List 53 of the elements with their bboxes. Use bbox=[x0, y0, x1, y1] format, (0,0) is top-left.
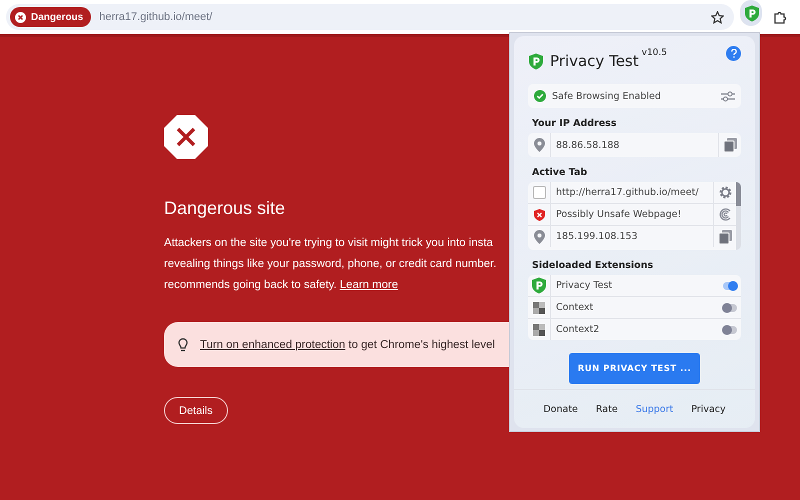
location-pin-icon bbox=[534, 138, 544, 152]
warning-paragraph: Attackers on the site you're trying to visit might trick you into insta revealing things like your password, phone, or credit card number. recommends going back to safety. Learn more bbox=[164, 236, 496, 293]
extension-name: Privacy Test bbox=[555, 280, 614, 291]
shield-x-icon bbox=[534, 208, 544, 220]
tab-info-text: 185.199.108.153 bbox=[555, 231, 639, 242]
toggle-switch[interactable] bbox=[723, 326, 737, 334]
toggle-switch[interactable] bbox=[723, 282, 737, 290]
scrollbar[interactable] bbox=[736, 182, 741, 250]
check-circle-icon bbox=[534, 90, 546, 102]
details-button[interactable]: Details bbox=[164, 397, 228, 424]
footer-link[interactable]: Donate bbox=[543, 404, 578, 414]
section-heading: Your IP Address bbox=[532, 118, 618, 129]
version-label: v10.5 bbox=[642, 48, 667, 58]
lightbulb-icon bbox=[178, 338, 188, 352]
pixelated-icon bbox=[533, 324, 545, 336]
puzzle-icon bbox=[774, 10, 788, 24]
tab-info-text: Possibly Unsafe Webpage! bbox=[555, 209, 682, 220]
run-test-button[interactable]: RUN PRIVACY TEST ... bbox=[569, 353, 700, 384]
ip-address-text: 88.86.58.188 bbox=[555, 140, 620, 150]
pixelated-icon bbox=[533, 302, 545, 314]
error-icon bbox=[15, 12, 26, 22]
concentric-c-icon[interactable] bbox=[718, 208, 732, 221]
popup-title: Privacy Test bbox=[550, 52, 639, 70]
security-chip[interactable]: Dangerous bbox=[10, 7, 92, 27]
section-heading: Active Tab bbox=[532, 167, 588, 178]
status-text: Safe Browsing Enabled bbox=[552, 90, 662, 102]
tab-info-text: http://herra17.github.io/meet/ bbox=[555, 187, 700, 198]
footer-link[interactable]: Support bbox=[636, 404, 674, 414]
extension-name: Context bbox=[555, 302, 594, 313]
page-title: Dangerous site bbox=[164, 198, 286, 219]
banner-text: Turn on enhanced protection to get Chrome's highest level bbox=[200, 338, 495, 350]
location-pin-icon bbox=[534, 230, 544, 244]
enhanced-protection-link[interactable]: Turn on enhanced protection bbox=[200, 338, 346, 350]
address-bar[interactable]: Dangerous herra17.github.io/meet/ bbox=[6, 4, 734, 30]
checkbox[interactable] bbox=[532, 186, 546, 199]
settings-icon[interactable] bbox=[718, 186, 732, 199]
section-heading: Sideloaded Extensions bbox=[532, 260, 654, 271]
stop-sign-x-icon bbox=[164, 115, 208, 159]
sliders-icon[interactable] bbox=[721, 90, 735, 102]
learn-more-link[interactable]: Learn more bbox=[340, 279, 398, 291]
extension-name: Context2 bbox=[555, 324, 600, 335]
footer-link[interactable]: Privacy bbox=[691, 404, 726, 414]
bookmark-star-icon[interactable] bbox=[711, 10, 724, 24]
url-text: herra17.github.io/meet/ bbox=[99, 11, 214, 23]
copy-icon[interactable] bbox=[718, 230, 732, 244]
footer-link[interactable]: Rate bbox=[596, 404, 618, 414]
extension-button[interactable] bbox=[740, 0, 762, 26]
copy-icon[interactable] bbox=[724, 138, 736, 152]
shield-p-icon bbox=[528, 52, 544, 70]
help-button[interactable] bbox=[726, 46, 741, 61]
toggle-switch[interactable] bbox=[723, 304, 737, 312]
question-icon bbox=[730, 49, 736, 58]
shield-p-icon bbox=[744, 4, 760, 22]
